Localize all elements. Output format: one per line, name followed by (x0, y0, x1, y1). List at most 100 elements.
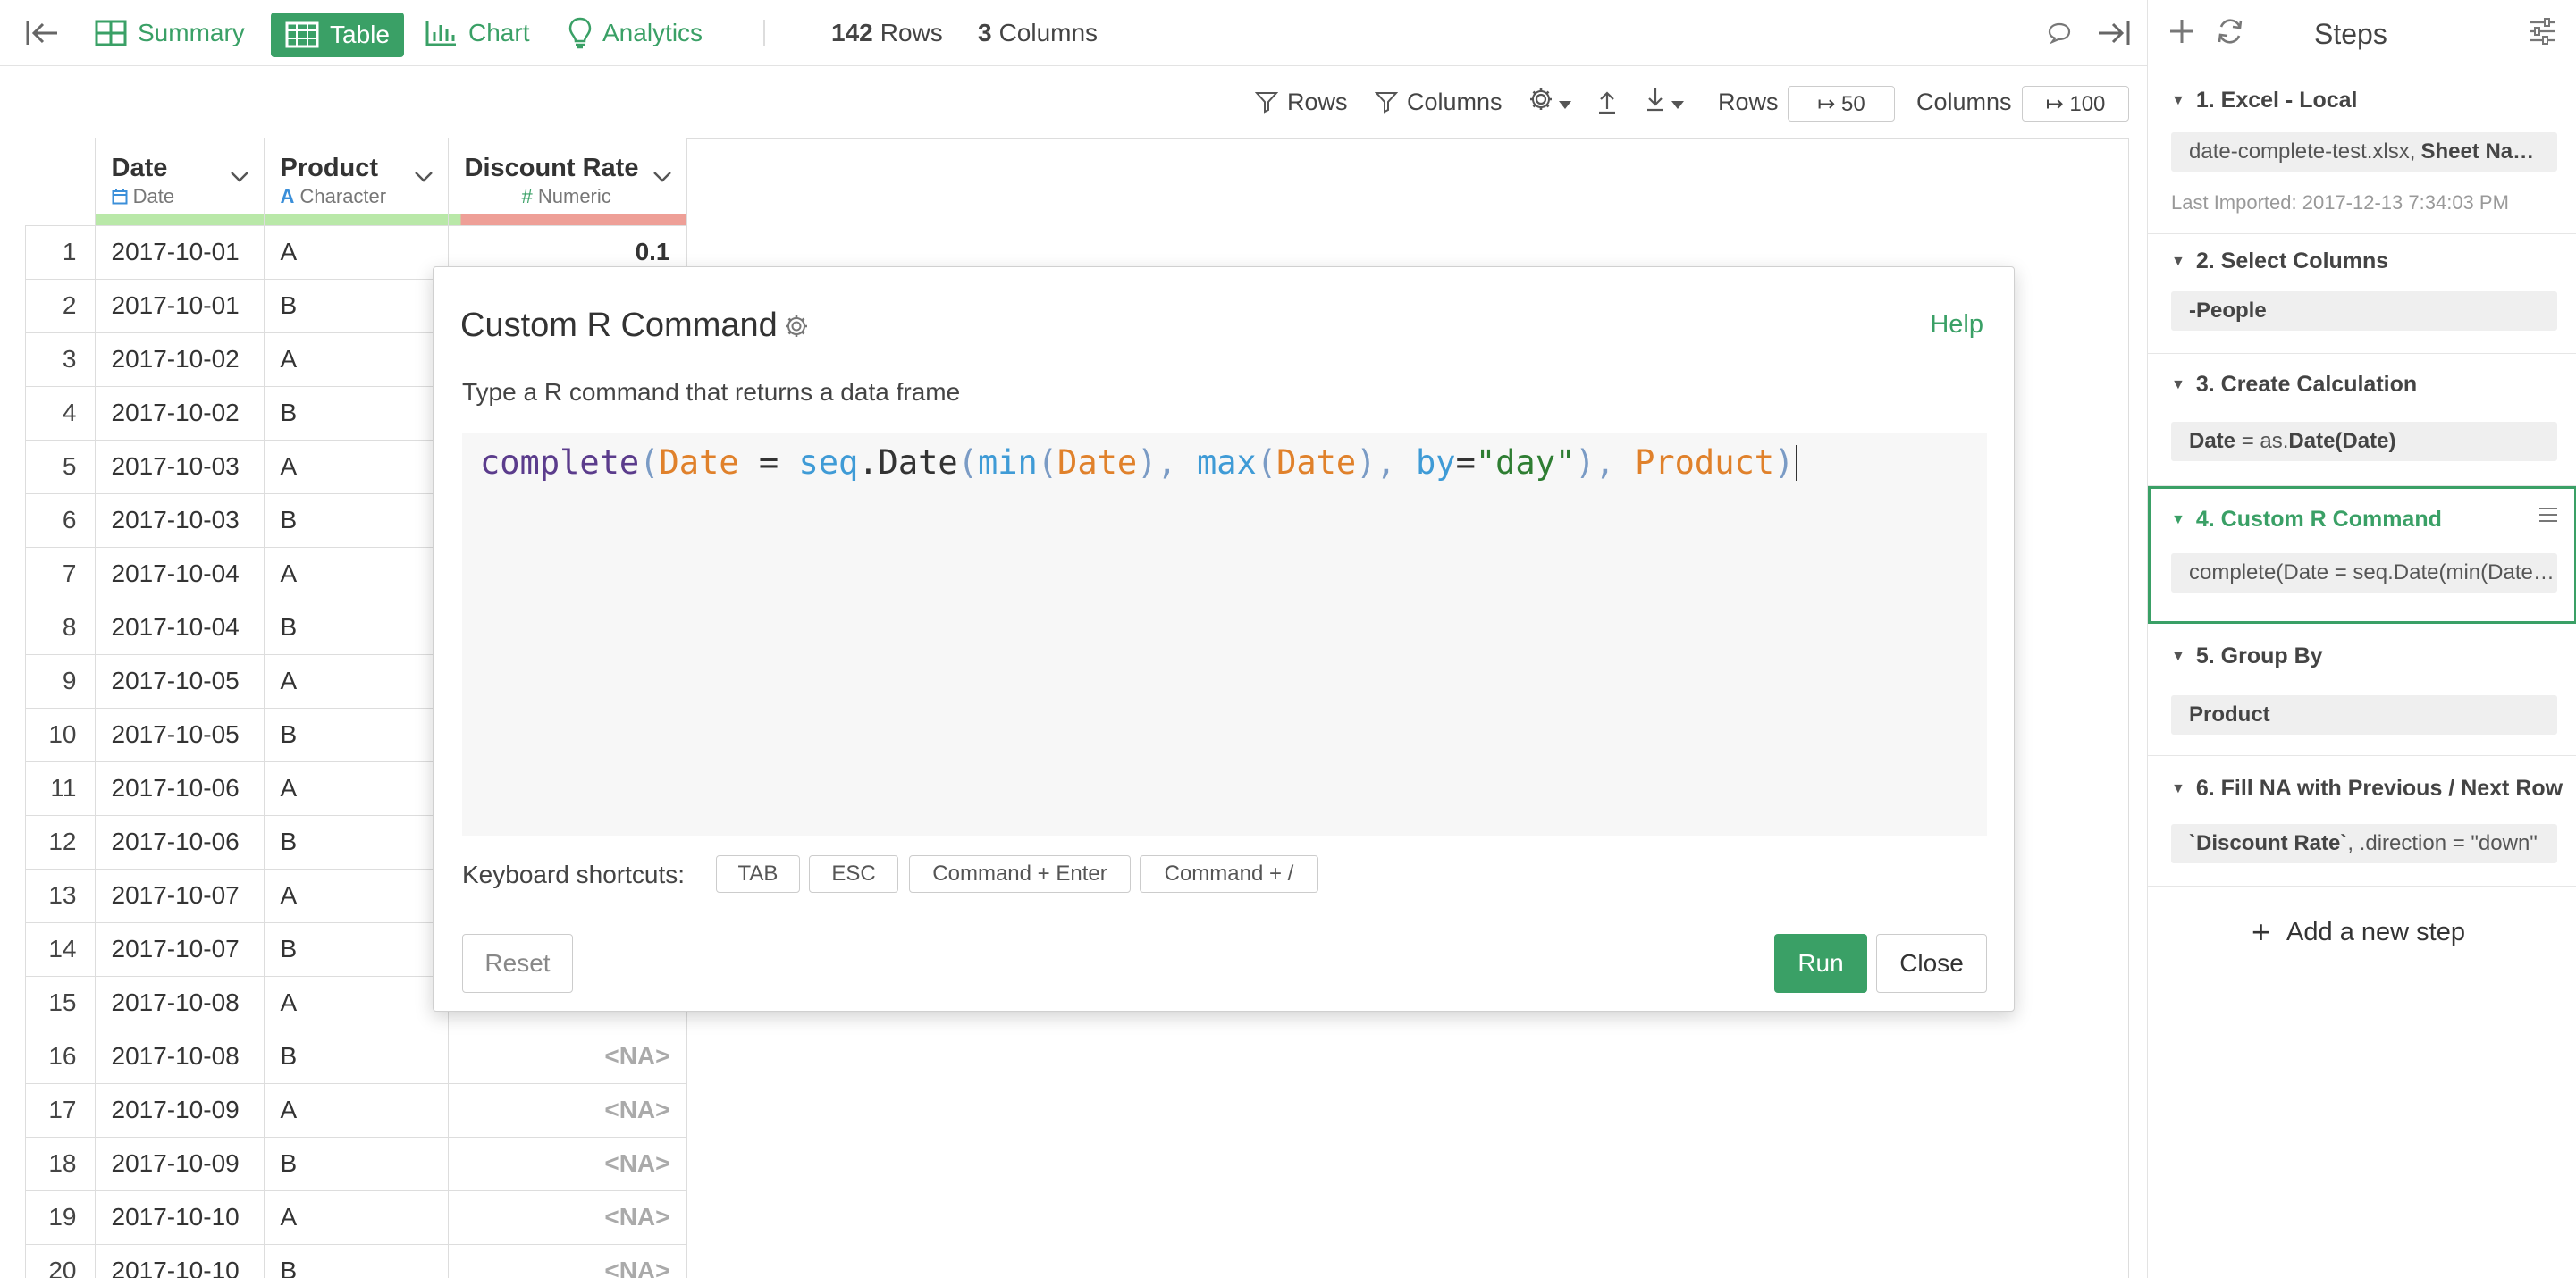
filter-columns-button[interactable]: Columns (1375, 66, 1503, 138)
cell-product[interactable]: B (264, 493, 449, 548)
tab-chart[interactable]: Chart (425, 0, 529, 66)
row-number[interactable]: 20 (25, 1244, 96, 1278)
row-number[interactable]: 5 (25, 440, 96, 494)
cell-product[interactable]: A (264, 976, 449, 1030)
caret-down-icon[interactable]: ▼ (2171, 781, 2185, 797)
caret-down-icon[interactable]: ▼ (2171, 649, 2185, 665)
row-number[interactable]: 14 (25, 922, 96, 977)
step-1[interactable]: ▼ 1. Excel - Local date-complete-test.xl… (2148, 66, 2576, 234)
cell-date[interactable]: 2017-10-02 (95, 386, 265, 441)
cell-product[interactable]: B (264, 1244, 449, 1278)
cell-date[interactable]: 2017-10-01 (95, 279, 265, 333)
row-number[interactable]: 19 (25, 1190, 96, 1245)
cell-product[interactable]: A (264, 332, 449, 387)
cell-product[interactable]: A (264, 547, 449, 601)
cell-date[interactable]: 2017-10-03 (95, 440, 265, 494)
row-number[interactable]: 12 (25, 815, 96, 870)
step-3[interactable]: ▼ 3. Create Calculation Date = as. Date(… (2148, 354, 2576, 486)
row-number[interactable]: 16 (25, 1030, 96, 1084)
cell-product[interactable]: B (264, 386, 449, 441)
row-number[interactable]: 13 (25, 869, 96, 923)
cell-product[interactable]: B (264, 279, 449, 333)
step-4-selected[interactable]: ▼ 4. Custom R Command complete(Date = se… (2148, 486, 2576, 624)
cell-product[interactable]: B (264, 601, 449, 655)
cell-discount-rate[interactable]: <NA> (448, 1030, 687, 1084)
sliders-icon[interactable] (2529, 18, 2557, 49)
cell-date[interactable]: 2017-10-08 (95, 1030, 265, 1084)
menu-icon[interactable] (2538, 507, 2558, 527)
cell-product[interactable]: A (264, 440, 449, 494)
step-5[interactable]: ▼ 5. Group By Product (2148, 624, 2576, 756)
cell-date[interactable]: 2017-10-05 (95, 654, 265, 709)
cell-product[interactable]: B (264, 815, 449, 870)
column-header-discount-rate[interactable]: Discount Rate # Numeric (448, 138, 687, 226)
cell-date[interactable]: 2017-10-04 (95, 601, 265, 655)
chevron-down-icon[interactable] (230, 161, 249, 189)
cell-product[interactable]: A (264, 225, 449, 280)
caret-down-icon[interactable]: ▼ (2171, 377, 2185, 393)
cell-date[interactable]: 2017-10-08 (95, 976, 265, 1030)
comment-icon[interactable] (2047, 0, 2072, 66)
cell-product[interactable]: A (264, 869, 449, 923)
row-number[interactable]: 7 (25, 547, 96, 601)
cell-date[interactable]: 2017-10-05 (95, 708, 265, 762)
cell-date[interactable]: 2017-10-04 (95, 547, 265, 601)
filter-rows-button[interactable]: Rows (1255, 66, 1348, 138)
add-icon[interactable] (2168, 13, 2196, 53)
table-settings-menu[interactable] (1528, 66, 1571, 138)
column-header-product[interactable]: Product A Character (264, 138, 449, 226)
cell-discount-rate[interactable]: <NA> (448, 1083, 687, 1138)
row-number[interactable]: 11 (25, 761, 96, 816)
row-number[interactable]: 18 (25, 1137, 96, 1191)
refresh-icon[interactable] (2216, 16, 2244, 51)
cell-product[interactable]: B (264, 708, 449, 762)
rows-limit-input[interactable]: ↦ 50 (1788, 86, 1895, 122)
chevron-down-icon[interactable] (414, 161, 434, 189)
cell-discount-rate[interactable]: <NA> (448, 1244, 687, 1278)
row-number[interactable]: 6 (25, 493, 96, 548)
cell-date[interactable]: 2017-10-07 (95, 922, 265, 977)
download-menu[interactable] (1645, 66, 1684, 138)
step-2[interactable]: ▼ 2. Select Columns -People (2148, 234, 2576, 354)
cell-date[interactable]: 2017-10-06 (95, 815, 265, 870)
cell-date[interactable]: 2017-10-10 (95, 1244, 265, 1278)
row-number[interactable]: 2 (25, 279, 96, 333)
cell-product[interactable]: B (264, 922, 449, 977)
row-number[interactable]: 8 (25, 601, 96, 655)
cell-product[interactable]: A (264, 654, 449, 709)
cell-date[interactable]: 2017-10-06 (95, 761, 265, 816)
row-number[interactable]: 4 (25, 386, 96, 441)
cell-date[interactable]: 2017-10-03 (95, 493, 265, 548)
gear-icon[interactable] (784, 314, 809, 343)
cell-discount-rate[interactable]: <NA> (448, 1137, 687, 1191)
cell-date[interactable]: 2017-10-01 (95, 225, 265, 280)
columns-limit-input[interactable]: ↦ 100 (2022, 86, 2129, 122)
close-button[interactable]: Close (1876, 934, 1987, 993)
cell-product[interactable]: A (264, 1083, 449, 1138)
cell-date[interactable]: 2017-10-10 (95, 1190, 265, 1245)
caret-down-icon[interactable]: ▼ (2171, 512, 2185, 528)
collapse-right-icon[interactable] (2097, 0, 2131, 66)
upload-icon[interactable] (1596, 66, 1618, 138)
collapse-left-icon[interactable] (25, 0, 59, 66)
caret-down-icon[interactable]: ▼ (2171, 254, 2185, 270)
cell-date[interactable]: 2017-10-09 (95, 1083, 265, 1138)
run-button[interactable]: Run (1774, 934, 1867, 993)
cell-product[interactable]: A (264, 761, 449, 816)
cell-product[interactable]: B (264, 1030, 449, 1084)
add-new-step-button[interactable]: + Add a new step (2252, 913, 2465, 951)
step-6[interactable]: ▼ 6. Fill NA with Previous / Next Row `D… (2148, 756, 2576, 887)
caret-down-icon[interactable]: ▼ (2171, 93, 2185, 109)
chevron-down-icon[interactable] (652, 161, 672, 189)
reset-button[interactable]: Reset (462, 934, 573, 993)
tab-table[interactable]: Table (271, 13, 404, 57)
cell-discount-rate[interactable]: <NA> (448, 1190, 687, 1245)
row-number[interactable]: 1 (25, 225, 96, 280)
cell-product[interactable]: A (264, 1190, 449, 1245)
row-number[interactable]: 3 (25, 332, 96, 387)
r-command-editor[interactable]: complete(Date = seq.Date(min(Date), max(… (462, 433, 1987, 836)
column-header-date[interactable]: Date Date (95, 138, 265, 226)
cell-date[interactable]: 2017-10-07 (95, 869, 265, 923)
tab-analytics[interactable]: Analytics (568, 0, 703, 66)
row-number[interactable]: 9 (25, 654, 96, 709)
